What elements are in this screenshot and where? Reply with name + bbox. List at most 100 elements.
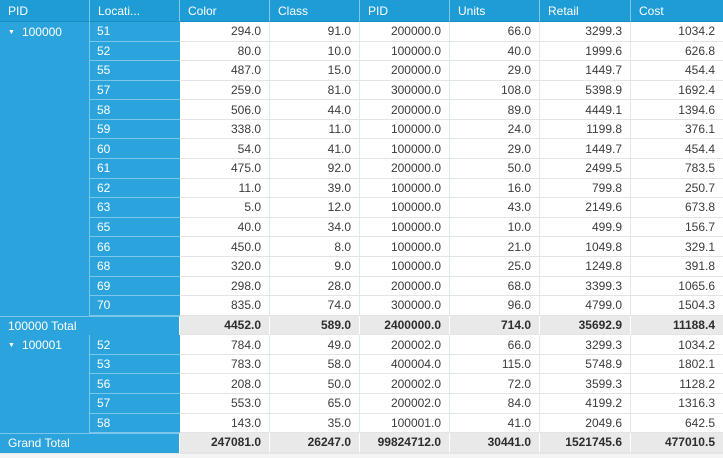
data-cell: 1049.8 — [540, 237, 631, 257]
data-cell: 1065.6 — [631, 276, 723, 297]
data-cell: 5748.9 — [540, 354, 631, 375]
data-cell: 21.0 — [450, 237, 540, 257]
group-row-header[interactable]: ▼ 100001 — [0, 335, 90, 434]
data-cell: 2049.6 — [540, 413, 631, 434]
grand-total-cell: 477010.5 — [631, 433, 723, 453]
grand-total-cell: 26247.0 — [270, 433, 360, 453]
grand-total-cell: 99824712.0 — [360, 433, 450, 453]
data-cell: 376.1 — [631, 119, 723, 140]
data-cell: 1802.1 — [631, 354, 723, 375]
data-cell: 3399.3 — [540, 276, 631, 297]
column-header-retail[interactable]: Retail — [540, 0, 631, 22]
data-cell: 3299.3 — [540, 335, 631, 355]
data-cell: 34.0 — [270, 217, 360, 238]
data-cell: 66.0 — [450, 22, 540, 42]
data-cell: 499.9 — [540, 217, 631, 238]
data-cell: 300000.0 — [360, 80, 450, 101]
column-header-pid[interactable]: PID — [360, 0, 450, 22]
data-cell: 74.0 — [270, 296, 360, 316]
data-cell: 2499.5 — [540, 159, 631, 179]
data-cell: 200002.0 — [360, 374, 450, 394]
data-cell: 89.0 — [450, 100, 540, 120]
data-cell: 835.0 — [180, 296, 270, 316]
location-row-header[interactable]: 52 — [90, 335, 180, 355]
group-total-cell: 2400000.0 — [360, 315, 450, 336]
data-cell: 29.0 — [450, 61, 540, 81]
data-cell: 208.0 — [180, 374, 270, 394]
column-header-color[interactable]: Color — [180, 0, 270, 22]
data-cell: 5.0 — [180, 198, 270, 218]
group-total-label: 100000 Total — [0, 315, 180, 336]
data-cell: 329.1 — [631, 237, 723, 257]
location-row-header[interactable]: 70 — [90, 296, 180, 316]
data-cell: 100000.0 — [360, 139, 450, 160]
location-row-header[interactable]: 68 — [90, 256, 180, 277]
location-row-header[interactable]: 56 — [90, 374, 180, 394]
data-cell: 100000.0 — [360, 217, 450, 238]
location-row-header[interactable]: 66 — [90, 237, 180, 257]
data-cell: 5398.9 — [540, 80, 631, 101]
grand-total-label: Grand Total — [0, 433, 180, 453]
column-header-units[interactable]: Units — [450, 0, 540, 22]
data-cell: 259.0 — [180, 80, 270, 101]
column-header-pid-group[interactable]: PID — [0, 0, 90, 22]
data-cell: 100000.0 — [360, 237, 450, 257]
data-cell: 65.0 — [270, 393, 360, 414]
data-cell: 50.0 — [450, 159, 540, 179]
location-row-header[interactable]: 65 — [90, 217, 180, 238]
location-row-header[interactable]: 62 — [90, 178, 180, 199]
column-header-cost[interactable]: Cost — [631, 0, 723, 22]
data-cell: 200000.0 — [360, 61, 450, 81]
location-row-header[interactable]: 61 — [90, 159, 180, 179]
data-cell: 1692.4 — [631, 80, 723, 101]
group-total-cell: 714.0 — [450, 315, 540, 336]
data-cell: 1504.3 — [631, 296, 723, 316]
data-cell: 29.0 — [450, 139, 540, 160]
location-row-header[interactable]: 51 — [90, 22, 180, 42]
data-cell: 8.0 — [270, 237, 360, 257]
data-cell: 80.0 — [180, 41, 270, 62]
group-total-cell: 35692.9 — [540, 315, 631, 336]
data-cell: 4449.1 — [540, 100, 631, 120]
group-expand-icon[interactable]: ▼ — [8, 342, 15, 349]
data-cell: 1316.3 — [631, 393, 723, 414]
data-cell: 9.0 — [270, 256, 360, 277]
data-cell: 40.0 — [450, 41, 540, 62]
data-cell: 298.0 — [180, 276, 270, 297]
data-cell: 100000.0 — [360, 256, 450, 277]
location-row-header[interactable]: 69 — [90, 276, 180, 297]
column-header-location[interactable]: Locati... — [90, 0, 180, 22]
data-cell: 91.0 — [270, 22, 360, 42]
data-cell: 1449.7 — [540, 139, 631, 160]
data-cell: 72.0 — [450, 374, 540, 394]
data-cell: 24.0 — [450, 119, 540, 140]
column-header-class[interactable]: Class — [270, 0, 360, 22]
location-row-header[interactable]: 63 — [90, 198, 180, 218]
data-cell: 12.0 — [270, 198, 360, 218]
location-row-header[interactable]: 58 — [90, 100, 180, 120]
location-row-header[interactable]: 59 — [90, 119, 180, 140]
data-cell: 100000.0 — [360, 198, 450, 218]
data-cell: 799.8 — [540, 178, 631, 199]
location-row-header[interactable]: 55 — [90, 61, 180, 81]
group-label: 100001 — [21, 338, 62, 353]
data-cell: 553.0 — [180, 393, 270, 414]
bottom-strip — [0, 452, 723, 458]
location-row-header[interactable]: 57 — [90, 393, 180, 414]
data-cell: 40.0 — [180, 217, 270, 238]
group-total-cell: 589.0 — [270, 315, 360, 336]
location-row-header[interactable]: 57 — [90, 80, 180, 101]
data-cell: 58.0 — [270, 354, 360, 375]
group-expand-icon[interactable]: ▼ — [8, 29, 15, 36]
data-cell: 487.0 — [180, 61, 270, 81]
location-row-header[interactable]: 53 — [90, 354, 180, 375]
data-cell: 200000.0 — [360, 22, 450, 42]
location-row-header[interactable]: 52 — [90, 41, 180, 62]
group-total-cell: 4452.0 — [180, 315, 270, 336]
location-row-header[interactable]: 60 — [90, 139, 180, 160]
data-cell: 16.0 — [450, 178, 540, 199]
data-cell: 642.5 — [631, 413, 723, 434]
location-row-header[interactable]: 58 — [90, 413, 180, 434]
data-cell: 92.0 — [270, 159, 360, 179]
group-row-header[interactable]: ▼ 100000 — [0, 22, 90, 316]
